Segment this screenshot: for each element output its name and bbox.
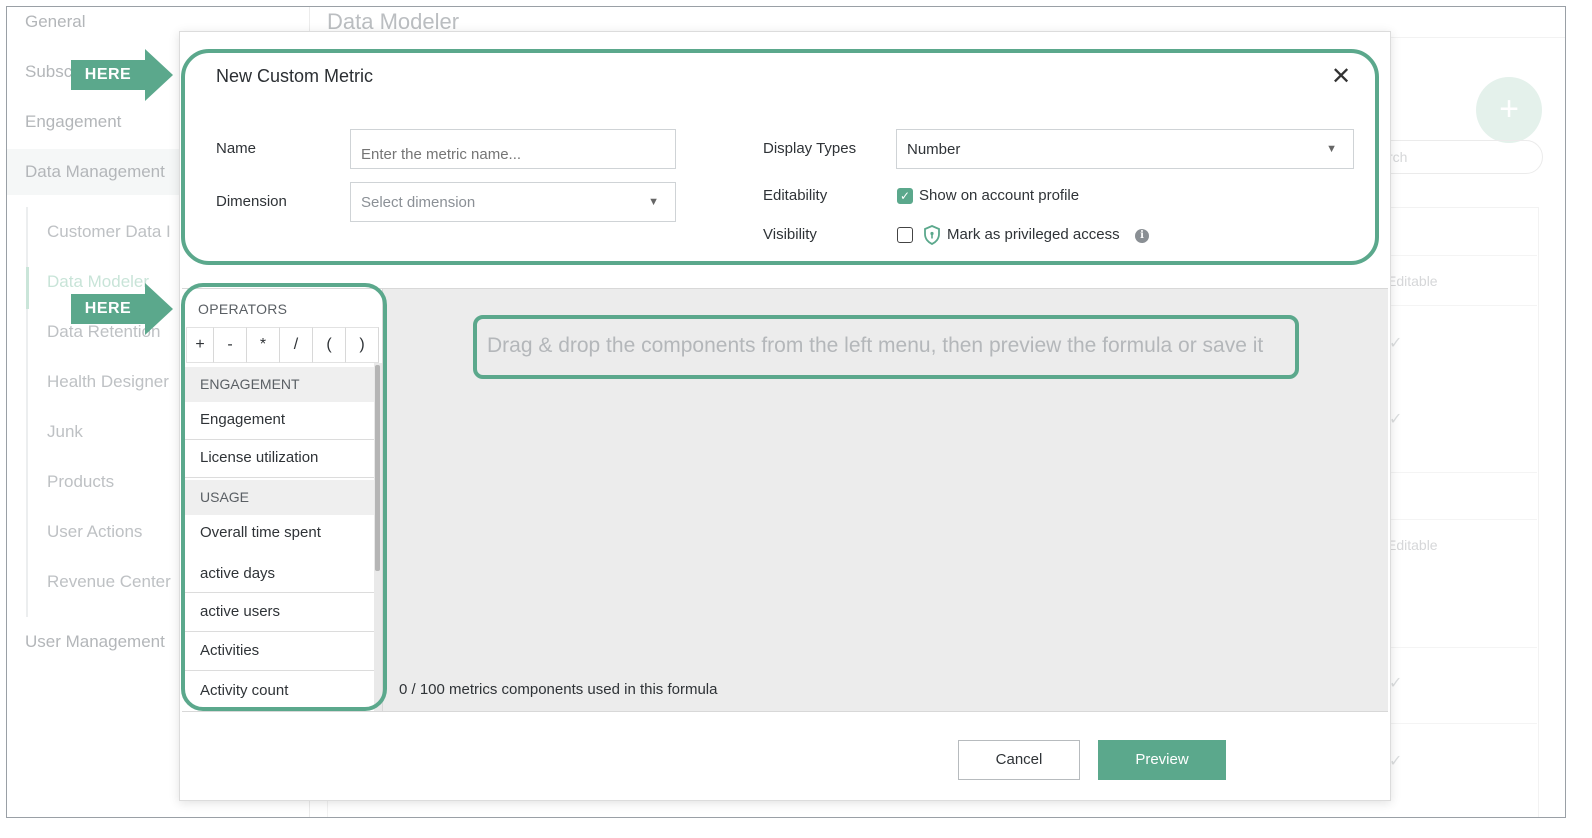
annotation-label: HERE (71, 60, 145, 90)
arrow-right-icon (145, 49, 173, 101)
name-label: Name (216, 140, 257, 157)
chevron-down-icon: ▼ (648, 196, 659, 208)
operator-close-paren[interactable]: ) (346, 327, 379, 363)
operators-header: OPERATORS (198, 301, 288, 317)
editability-checkbox[interactable]: ✓ (897, 188, 913, 204)
drop-zone-hint: Drag & drop the components from the left… (487, 334, 1264, 357)
new-custom-metric-dialog: New Custom Metric ✕ Name Dimension Selec… (179, 31, 1391, 801)
component-activities[interactable]: Activities (184, 632, 374, 671)
preview-button[interactable]: Preview (1098, 740, 1226, 780)
arrow-right-icon (145, 283, 173, 335)
operator-open-paren[interactable]: ( (313, 327, 346, 363)
dimension-label: Dimension (216, 193, 287, 210)
components-counter: 0 / 100 metrics components used in this … (399, 681, 718, 698)
annotation-label: HERE (71, 294, 145, 324)
operator-multiply[interactable]: * (247, 327, 280, 363)
display-types-label: Display Types (763, 140, 857, 157)
component-activity-count[interactable]: Activity count (184, 671, 374, 711)
editability-label: Editability (763, 187, 828, 204)
components-menu: OPERATORS + - * / ( ) ENGAGEMENT Engagem… (182, 289, 383, 711)
group-header-usage: USAGE (184, 480, 374, 515)
cancel-button[interactable]: Cancel (958, 740, 1080, 780)
info-icon[interactable]: i (1135, 229, 1149, 243)
component-active-users[interactable]: active users (184, 593, 374, 632)
name-input[interactable] (350, 129, 676, 169)
operator-plus[interactable]: + (186, 327, 214, 363)
visibility-label: Visibility (763, 226, 817, 243)
close-icon[interactable]: ✕ (1328, 64, 1354, 90)
dimension-select-value: Select dimension (361, 194, 476, 211)
component-overall-time-spent[interactable]: Overall time spent (184, 515, 374, 553)
components-scrollbar[interactable] (375, 365, 380, 571)
dimension-select[interactable]: Select dimension ▼ (350, 182, 676, 222)
component-engagement[interactable]: Engagement (184, 402, 374, 440)
editability-option-label: Show on account profile (919, 187, 1080, 204)
component-license-utilization[interactable]: License utilization (184, 440, 374, 478)
formula-builder: OPERATORS + - * / ( ) ENGAGEMENT Engagem… (182, 288, 1388, 712)
group-header-engagement: ENGAGEMENT (184, 367, 374, 402)
display-types-select-value: Number (907, 141, 961, 158)
component-active-days[interactable]: active days (184, 553, 374, 593)
visibility-checkbox[interactable] (897, 227, 913, 243)
chevron-down-icon: ▼ (1326, 143, 1337, 155)
dialog-title: New Custom Metric (216, 66, 374, 86)
operator-divide[interactable]: / (280, 327, 313, 363)
shield-icon (924, 225, 940, 245)
operators-row: + - * / ( ) (186, 327, 379, 363)
formula-drop-zone[interactable]: Drag & drop the components from the left… (383, 289, 1388, 711)
visibility-option-label: Mark as privileged access (947, 226, 1120, 243)
operator-minus[interactable]: - (214, 327, 247, 363)
screenshot-frame: General Subsc Engagement Data Management… (6, 6, 1566, 818)
display-types-select[interactable]: Number ▼ (896, 129, 1354, 169)
